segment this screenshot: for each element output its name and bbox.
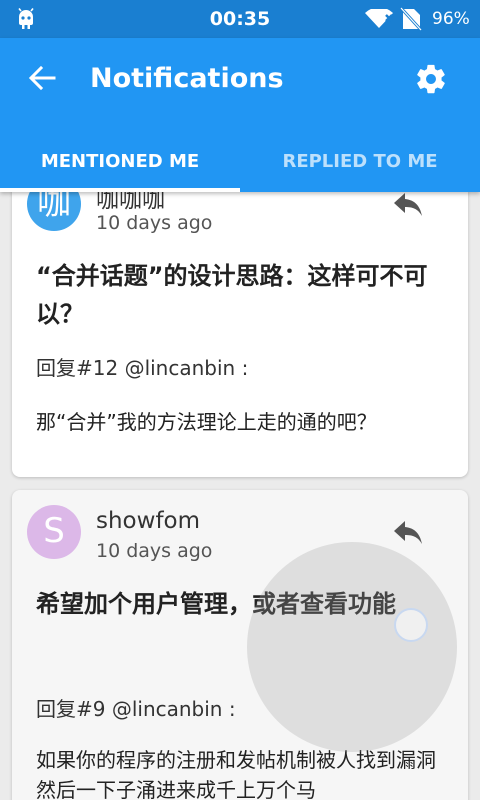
notification-body: 那“合并”我的方法理论上走的通的吧？: [36, 410, 377, 434]
avatar[interactable]: S: [27, 505, 81, 559]
page-title: Notifications: [90, 63, 284, 94]
reply-reference: 回复#12 @lincanbin :: [36, 356, 249, 380]
username[interactable]: showfom: [96, 508, 200, 534]
tab-mentioned-me[interactable]: MENTIONED ME: [0, 134, 240, 192]
topic-title[interactable]: “合并话题”的设计思路：这样可不可以？: [36, 257, 446, 333]
no-sim-icon: [400, 7, 422, 31]
settings-gear-icon[interactable]: [414, 62, 448, 96]
app-bar: Notifications MENTIONED ME REPLIED TO ME: [0, 38, 480, 192]
touch-indicator: [394, 608, 428, 642]
tab-replied-to-me[interactable]: REPLIED TO ME: [240, 134, 480, 192]
back-arrow-icon[interactable]: [26, 62, 58, 94]
reply-icon[interactable]: [392, 518, 424, 546]
notification-body: 如果你的程序的注册和发帖机制被人找到漏洞然后一下子涌进来成千上万个马: [36, 748, 436, 800]
tab-bar: MENTIONED ME REPLIED TO ME: [0, 134, 480, 192]
battery-level: 96%: [432, 9, 470, 29]
reply-reference: 回复#9 @lincanbin :: [36, 697, 236, 721]
status-bar: 00:35 96%: [0, 0, 480, 38]
tab-indicator: [0, 188, 240, 192]
notification-card[interactable]: 咖 咖咖咖 10 days ago “合并话题”的设计思路：这样可不可以？ 回复…: [12, 192, 468, 477]
avatar[interactable]: 咖: [27, 192, 81, 231]
timestamp: 10 days ago: [96, 212, 213, 234]
reply-icon[interactable]: [392, 192, 424, 218]
touch-ripple: [247, 542, 457, 752]
timestamp: 10 days ago: [96, 540, 213, 562]
wifi-icon: [365, 9, 393, 28]
username[interactable]: 咖咖咖: [96, 192, 165, 214]
